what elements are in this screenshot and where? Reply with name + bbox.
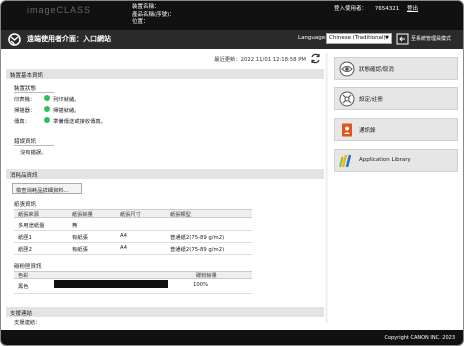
side-menu-label: 設定/註冊 bbox=[359, 97, 383, 103]
side-menu-label: 通訊錄 bbox=[359, 128, 376, 134]
status-monitor-button[interactable]: 狀態確認/取消 bbox=[334, 57, 458, 80]
printer-status: 列印就緒。 bbox=[53, 97, 80, 103]
paper-level: 有紙張 bbox=[72, 235, 88, 241]
divider bbox=[14, 92, 54, 93]
login-user-label: 登入使用者： bbox=[334, 6, 368, 12]
divider bbox=[14, 254, 252, 255]
address-book-icon bbox=[342, 123, 352, 137]
device-status-title: 裝置狀態 bbox=[14, 86, 37, 92]
paper-source: 紙匣1 bbox=[18, 235, 32, 241]
language-select[interactable]: Chinese (Traditional) ▼ bbox=[326, 33, 392, 44]
paper-source: 多用途紙盤 bbox=[18, 223, 45, 229]
login-info: 登入使用者： 7654321 登出 bbox=[334, 4, 418, 12]
device-name-label: 装置名稱： bbox=[132, 4, 160, 10]
refresh-icon[interactable] bbox=[310, 53, 321, 64]
paper-size: A4 bbox=[120, 245, 127, 251]
settings-registration-button[interactable]: 設定/註冊 bbox=[334, 87, 458, 110]
scanner-status-icon bbox=[44, 106, 50, 112]
error-info-title: 錯誤資訊 bbox=[14, 139, 37, 145]
paper-size: A4 bbox=[120, 233, 127, 239]
column-header: 色彩 bbox=[18, 273, 29, 279]
paper-level: 無 bbox=[72, 223, 78, 229]
side-menu-label: Application Library bbox=[359, 157, 411, 163]
side-menu-label: 狀態確認/取消 bbox=[359, 67, 394, 73]
language-select-value: Chinese (Traditional) bbox=[329, 35, 386, 41]
device-info: 装置名稱： 產品名稱(序號)： 位置： bbox=[132, 4, 175, 27]
paper-level: 有紙張 bbox=[72, 247, 88, 253]
scanner-status: 掃描就緒。 bbox=[53, 108, 80, 114]
column-header: 碳粉餘量 bbox=[196, 273, 217, 279]
divider bbox=[14, 242, 252, 243]
check-consumables-button[interactable]: 檢查消耗品詳細資料... bbox=[12, 183, 82, 194]
paper-table-header: 紙張來源 紙張餘量 紙張尺寸 紙張類型 bbox=[14, 209, 252, 218]
title-bar: 遠端使用者介面：入口網站 Language: Chinese (Traditio… bbox=[1, 30, 463, 49]
location-label: 位置： bbox=[132, 19, 149, 25]
column-header: 紙張尺寸 bbox=[120, 212, 141, 218]
toner-level-text: 100% bbox=[193, 282, 209, 288]
toner-table-header: 色彩 碳粉餘量 bbox=[14, 271, 252, 279]
application-library-button[interactable]: Application Library bbox=[334, 149, 458, 172]
divider bbox=[325, 53, 328, 323]
logout-link[interactable]: 登出 bbox=[407, 6, 418, 12]
language-label: Language: bbox=[298, 35, 327, 41]
divider bbox=[14, 293, 252, 294]
application-library-icon bbox=[339, 154, 352, 168]
login-user-value: 7654321 bbox=[374, 6, 400, 12]
last-updated: 最近更新：2022 11/01 12:18:58 PM bbox=[214, 57, 306, 63]
printer-label: 印表機： bbox=[14, 97, 36, 103]
divider bbox=[14, 145, 54, 146]
consumables-section-header: 消耗品資訊 bbox=[6, 169, 324, 179]
paper-info-title: 紙張資訊 bbox=[14, 202, 37, 208]
chevron-down-icon: ▼ bbox=[385, 35, 389, 41]
copyright: Copyright CANON INC. 2023 bbox=[384, 335, 455, 341]
column-header: 紙張類型 bbox=[170, 212, 191, 218]
error-info-value: 沒有錯誤。 bbox=[20, 150, 47, 156]
admin-mode-icon[interactable] bbox=[396, 33, 409, 45]
divider bbox=[14, 230, 252, 231]
column-header: 紙張來源 bbox=[18, 212, 39, 218]
paper-type: 普通紙2(75-89 g/m2) bbox=[170, 235, 225, 241]
toner-info-title: 碳粉匣資訊 bbox=[14, 264, 42, 270]
fax-status: 準備傳送或接收傳真。 bbox=[53, 119, 106, 125]
page-title: 遠端使用者介面：入口網站 bbox=[27, 35, 111, 43]
admin-mode-link[interactable]: 至系統管理員模式 bbox=[411, 35, 451, 42]
scanner-label: 掃描器： bbox=[14, 108, 36, 114]
toner-level-bar bbox=[54, 280, 168, 288]
portal-home-icon[interactable] bbox=[8, 33, 21, 46]
settings-tool-icon bbox=[339, 91, 355, 107]
product-name-label: 產品名稱(序號)： bbox=[132, 11, 175, 18]
browser-frame: imageCLASS 装置名稱： 產品名稱(序號)： 位置： 登入使用者： 76… bbox=[0, 0, 464, 346]
paper-source: 紙匣2 bbox=[18, 247, 32, 253]
printer-status-icon bbox=[44, 95, 50, 101]
paper-type: 普通紙2(75-89 g/m2) bbox=[170, 247, 225, 253]
brand-logo: imageCLASS bbox=[27, 5, 92, 15]
main-content: 最近更新：2022 11/01 12:18:58 PM 裝置基本資訊 裝置狀態 … bbox=[6, 53, 324, 326]
fax-label: 傳真： bbox=[14, 119, 30, 125]
toner-color: 黑色 bbox=[18, 284, 29, 290]
support-section-header: 支援連結 bbox=[6, 307, 324, 317]
eye-icon bbox=[339, 61, 355, 77]
device-info-section-header: 裝置基本資訊 bbox=[6, 69, 324, 79]
footer: Copyright CANON INC. 2023 bbox=[1, 330, 463, 345]
fax-status-icon bbox=[44, 117, 50, 123]
column-header: 紙張餘量 bbox=[72, 212, 93, 218]
top-header: imageCLASS 装置名稱： 產品名稱(序號)： 位置： 登入使用者： 76… bbox=[1, 1, 463, 30]
address-book-button[interactable]: 通訊錄 bbox=[334, 118, 458, 141]
support-link-label: 支援連結： bbox=[14, 320, 41, 326]
